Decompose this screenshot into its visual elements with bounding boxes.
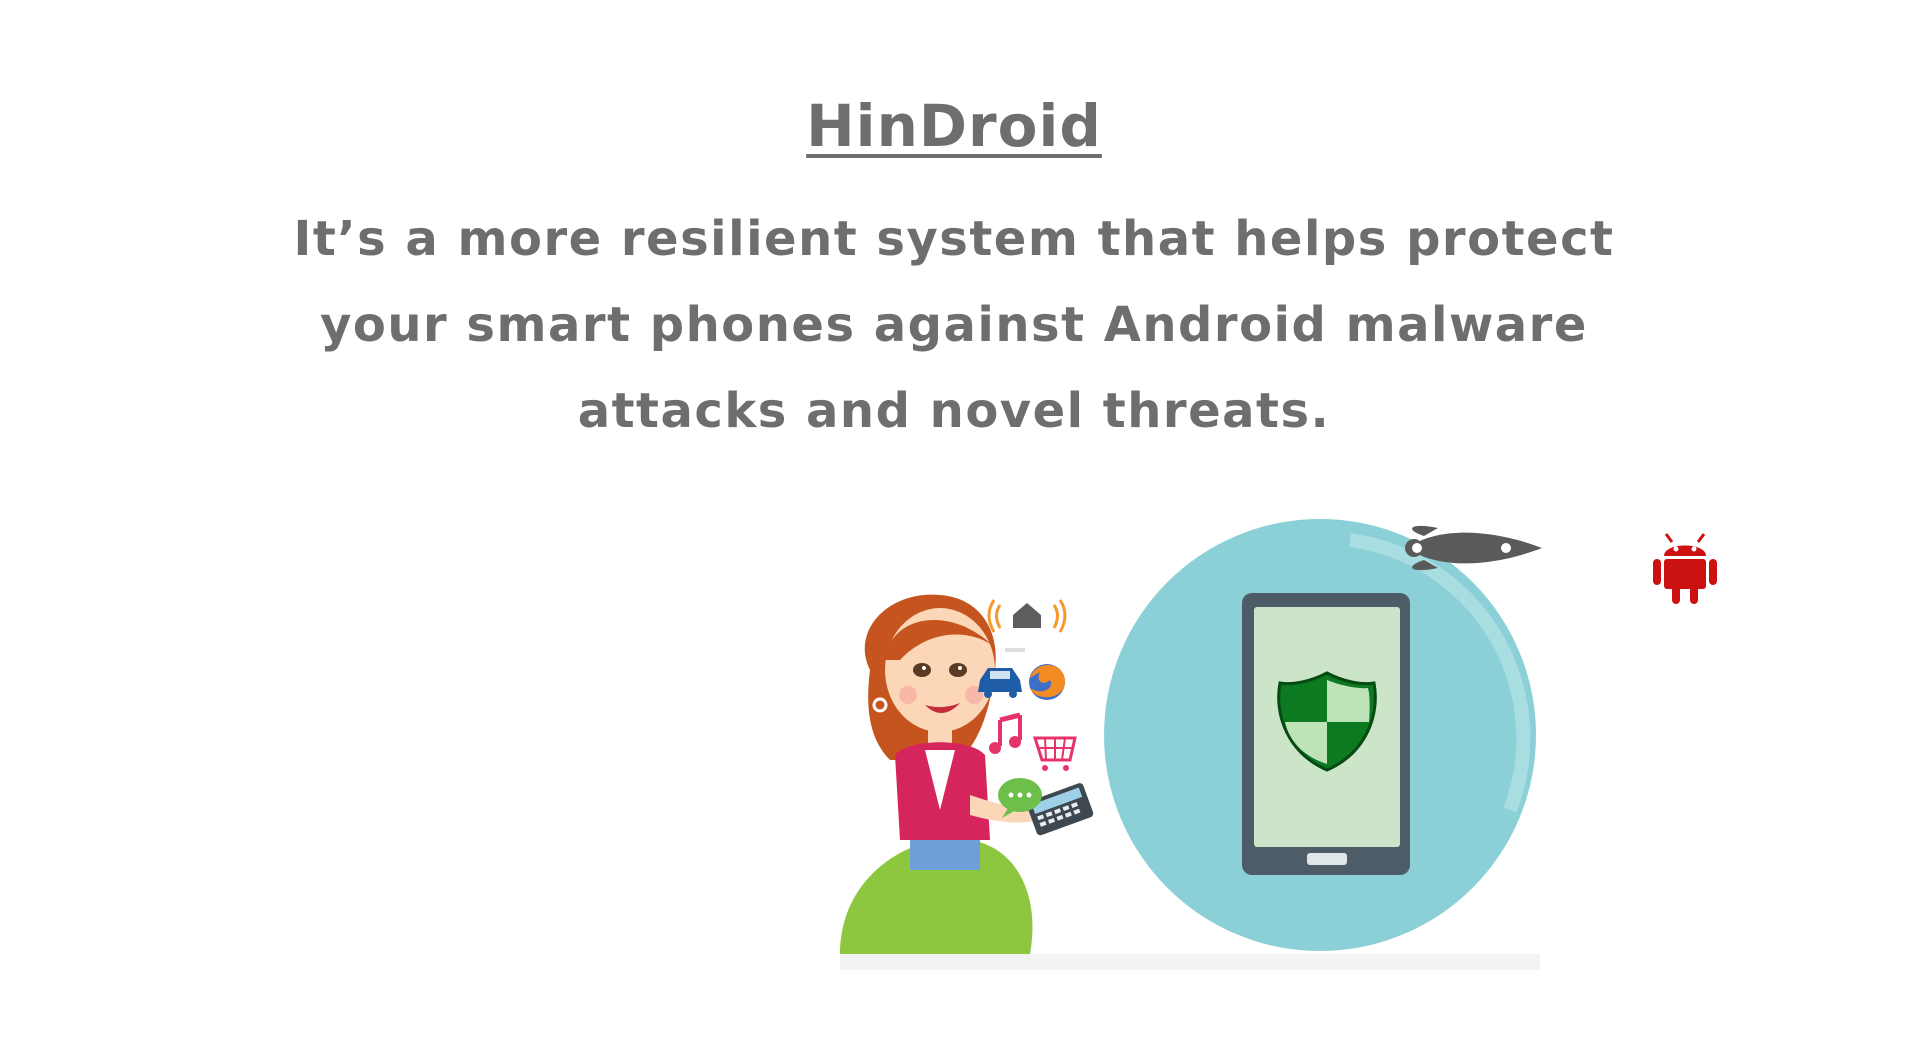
illustration <box>840 519 1542 970</box>
music-note-icon <box>989 712 1022 754</box>
woman-with-phone <box>840 594 1094 954</box>
shopping-cart-icon <box>1032 736 1077 771</box>
ground-shadow <box>840 954 1540 970</box>
slide-subtitle: It’s a more resilient system that helps … <box>293 211 1615 439</box>
firefox-icon <box>1029 664 1065 700</box>
slide-title: HinDroid <box>806 92 1102 160</box>
smart-home-icon <box>987 599 1067 652</box>
android-icon <box>1653 533 1717 604</box>
slide: HinDroid It’s a more resilient system th… <box>0 0 1908 1053</box>
rocket-icon <box>1405 525 1542 571</box>
